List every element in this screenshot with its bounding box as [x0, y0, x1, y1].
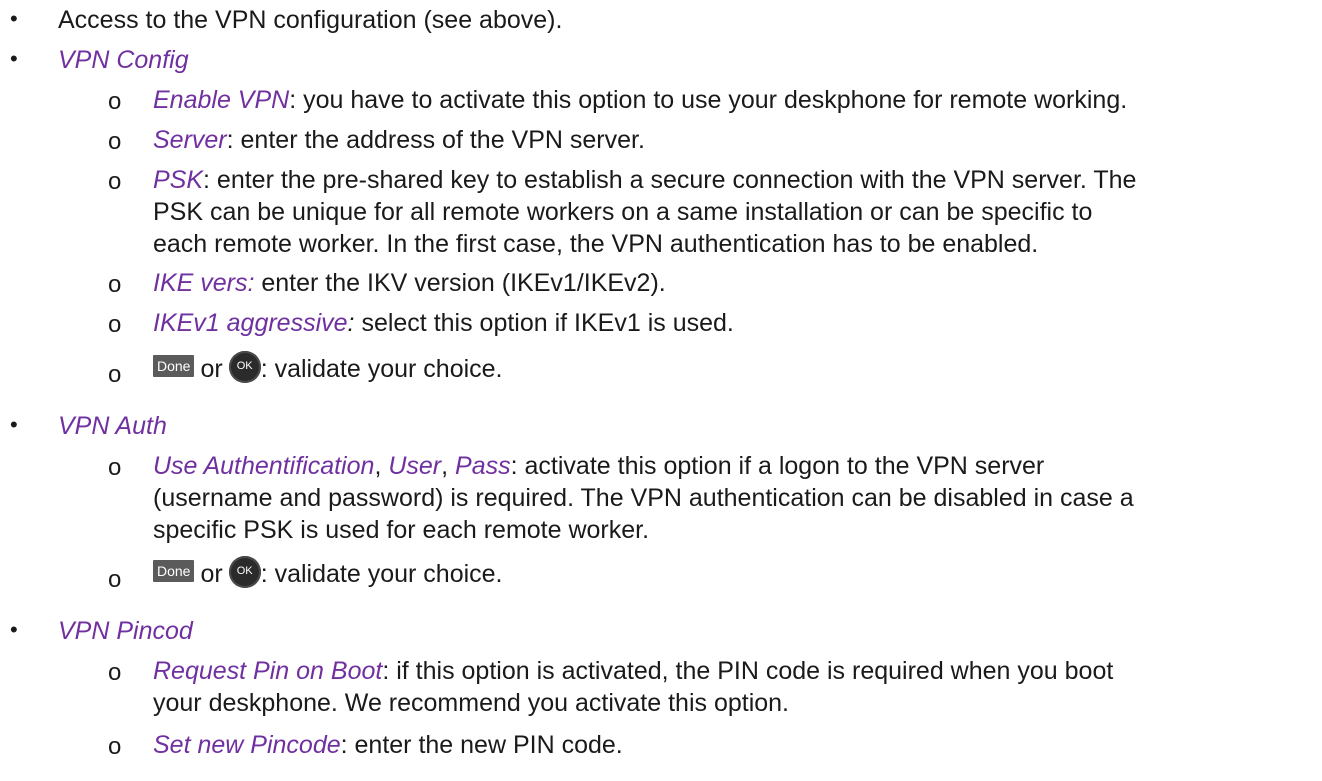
- request-pin-text-line2: your deskphone. We recommend you activat…: [153, 689, 789, 717]
- validate-item-auth: Done or OK: validate your choice.: [153, 553, 503, 595]
- use-auth-sep2: ,: [441, 452, 456, 480]
- server-item: Server: enter the address of the VPN ser…: [153, 125, 645, 155]
- bullet-dot: •: [10, 617, 18, 642]
- vpn-config-heading: VPN Config: [58, 45, 189, 75]
- use-auth-term: Use Authentification: [153, 452, 375, 480]
- sub-bullet: o: [108, 659, 122, 686]
- enable-vpn-term: Enable VPN: [153, 86, 290, 114]
- validate-text: : validate your choice.: [260, 560, 503, 588]
- intro-text: Access to the VPN configuration (see abo…: [58, 6, 563, 34]
- psk-text-line3: each remote worker. In the first case, t…: [153, 230, 1039, 258]
- request-pin-text-line1: : if this option is activated, the PIN c…: [382, 657, 1114, 685]
- ike-vers-term: IKE vers:: [153, 269, 255, 297]
- set-pin-term: Set new Pincode: [153, 731, 341, 759]
- use-auth-text-line3: specific PSK is used for each remote wor…: [153, 516, 650, 544]
- use-auth-text-line1: : activate this option if a logon to the…: [510, 452, 1045, 480]
- psk-item: PSK: enter the pre-shared key to establi…: [153, 165, 1136, 195]
- vpn-auth-title: VPN Auth: [58, 412, 167, 440]
- ikev1-text: select this option if IKEv1 is used.: [354, 309, 734, 337]
- ikev1-colon: :: [347, 309, 355, 337]
- pass-term: Pass: [455, 452, 511, 480]
- intro-line: Access to the VPN configuration (see abo…: [58, 5, 562, 35]
- sub-bullet: o: [108, 88, 122, 115]
- psk-text-line2: PSK can be unique for all remote workers…: [153, 198, 1093, 226]
- validate-item-config: Done or OK: validate your choice.: [153, 348, 503, 390]
- use-auth-text-line2: (username and password) is required. The…: [153, 484, 1134, 512]
- vpn-pincod-title: VPN Pincod: [58, 617, 193, 645]
- sub-bullet: o: [108, 454, 122, 481]
- bullet-dot: •: [10, 6, 18, 31]
- sub-bullet: o: [108, 128, 122, 155]
- ike-vers-item: IKE vers: enter the IKV version (IKEv1/I…: [153, 268, 666, 298]
- ok-button-icon: OK: [228, 556, 261, 588]
- done-button-icon: Done: [153, 560, 195, 582]
- use-auth-item: Use Authentification, User, Pass: activa…: [153, 451, 1044, 481]
- ike-vers-text: enter the IKV version (IKEv1/IKEv2).: [254, 269, 666, 297]
- server-text: : enter the address of the VPN server.: [226, 126, 645, 154]
- vpn-pincod-heading: VPN Pincod: [58, 616, 193, 646]
- set-pin-item: Set new Pincode: enter the new PIN code.: [153, 730, 623, 760]
- vpn-config-title: VPN Config: [58, 46, 189, 74]
- sub-bullet: o: [108, 168, 122, 195]
- sub-bullet: o: [108, 311, 122, 338]
- server-term: Server: [153, 126, 227, 154]
- done-button-icon: Done: [153, 355, 195, 377]
- ikev1-term: IKEv1 aggressive: [153, 309, 348, 337]
- document-page: • Access to the VPN configuration (see a…: [0, 0, 1322, 781]
- bullet-dot: •: [10, 46, 18, 71]
- sub-bullet: o: [108, 271, 122, 298]
- or-text: or: [200, 355, 223, 383]
- use-auth-sep1: ,: [374, 452, 389, 480]
- psk-term: PSK: [153, 166, 204, 194]
- vpn-auth-heading: VPN Auth: [58, 411, 167, 441]
- user-term: User: [388, 452, 442, 480]
- or-text: or: [200, 560, 223, 588]
- psk-text-line1: : enter the pre-shared key to establish …: [203, 166, 1137, 194]
- bullet-dot: •: [10, 412, 18, 437]
- request-pin-item: Request Pin on Boot: if this option is a…: [153, 656, 1113, 686]
- set-pin-text: : enter the new PIN code.: [340, 731, 623, 759]
- ikev1-item: IKEv1 aggressive: select this option if …: [153, 308, 734, 338]
- request-pin-term: Request Pin on Boot: [153, 657, 383, 685]
- sub-bullet: o: [108, 361, 122, 388]
- sub-bullet: o: [108, 566, 122, 593]
- validate-text: : validate your choice.: [260, 355, 503, 383]
- enable-vpn-text: : you have to activate this option to us…: [289, 86, 1128, 114]
- enable-vpn-item: Enable VPN: you have to activate this op…: [153, 85, 1127, 115]
- ok-button-icon: OK: [228, 351, 261, 383]
- sub-bullet: o: [108, 733, 122, 760]
